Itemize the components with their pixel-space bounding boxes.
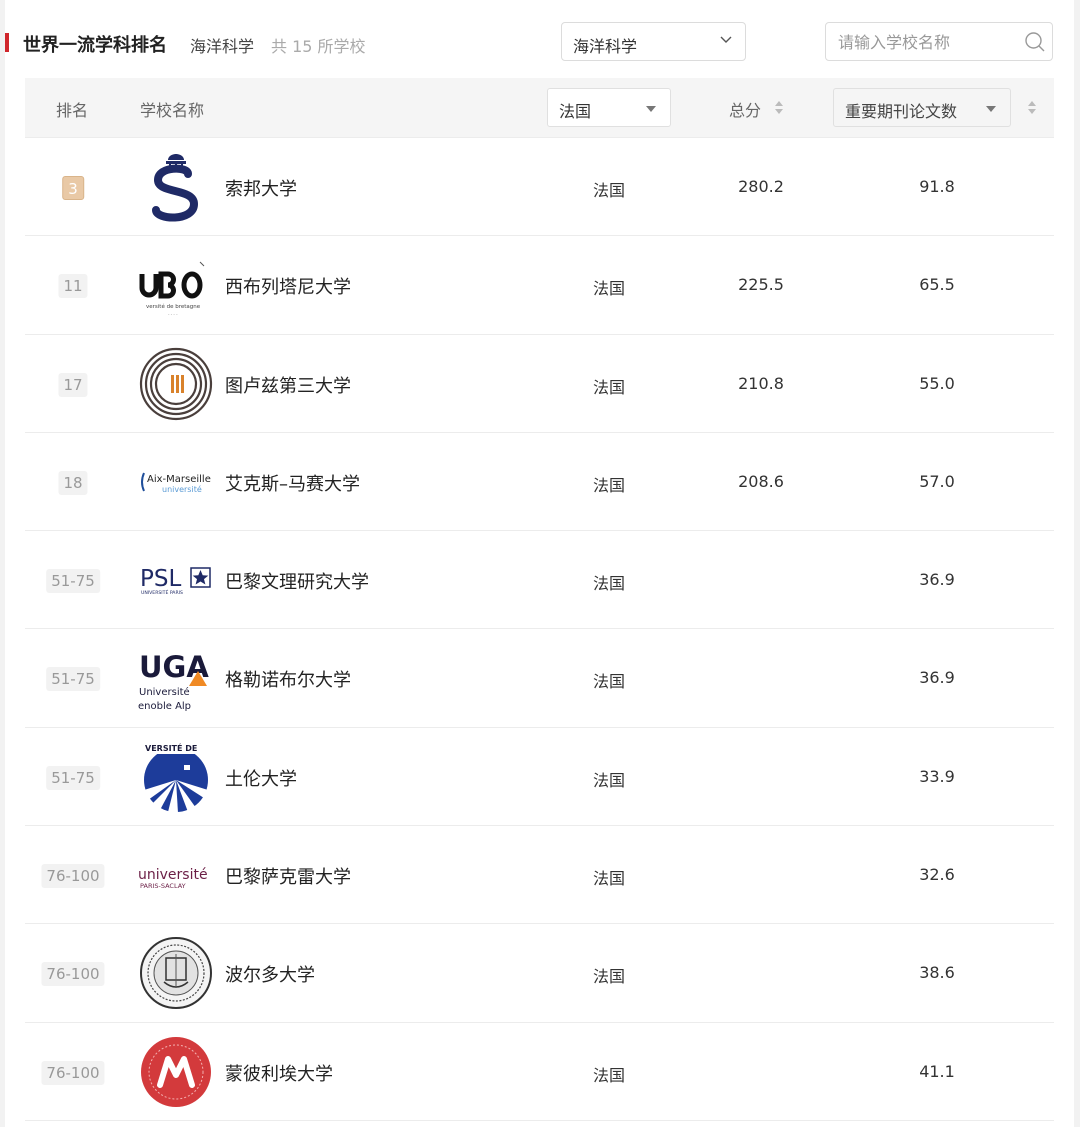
table-row[interactable]: 51-75 VERSITÉ DE 土伦大学 法国 33.9 <box>25 728 1054 827</box>
caret-down-icon <box>986 106 996 112</box>
table-row[interactable]: 17 图卢兹第三大学 法国 210.8 55.0 <box>25 335 1054 433</box>
school-name-link[interactable]: 索邦大学 <box>225 175 297 201</box>
bordeaux-logo <box>138 936 214 1010</box>
paper-count: 36.9 <box>919 668 955 688</box>
psl-logo: PSL UNIVERSITÉ PARIS <box>138 543 214 617</box>
rank-badge: 76-100 <box>41 1060 105 1085</box>
rank-badge: 51-75 <box>46 667 100 692</box>
rank-badge: 76-100 <box>41 864 105 889</box>
uga-logo-subtext: Université <box>139 686 190 698</box>
school-country: 法国 <box>593 1065 626 1085</box>
school-country: 法国 <box>593 279 626 299</box>
page-title: 世界一流学科排名 <box>23 35 167 56</box>
subject-dropdown-value: 海洋科学 <box>573 37 638 56</box>
school-name-link[interactable]: 蒙彼利埃大学 <box>225 1060 333 1086</box>
rank-badge: 3 <box>62 176 84 200</box>
paper-count: 55.0 <box>919 373 955 393</box>
rank-badge: 76-100 <box>41 962 105 987</box>
rank-badge: 17 <box>58 372 88 397</box>
sort-icon[interactable] <box>775 101 783 115</box>
paper-count: 38.6 <box>919 963 955 983</box>
school-name-link[interactable]: 巴黎文理研究大学 <box>225 568 369 594</box>
paper-count: 57.0 <box>919 471 955 491</box>
current-subject: 海洋科学 <box>190 37 255 56</box>
school-country: 法国 <box>593 672 626 692</box>
school-country: 法国 <box>593 770 626 790</box>
school-name-link[interactable]: 图卢兹第三大学 <box>225 372 351 398</box>
school-name-link[interactable]: 波尔多大学 <box>225 961 315 987</box>
table-row[interactable]: 51-75 UGA Université enoble Alp 格勒诺布尔大学 … <box>25 629 1054 728</box>
ranking-panel: 世界一流学科排名 海洋科学 共 15 所学校 海洋科学 排名 学校名称 法国 总… <box>5 0 1074 1127</box>
ranking-table-body: 3 索邦大学 法国 280.2 91.8 11 versité de breta… <box>25 138 1054 1121</box>
school-count: 共 15 所学校 <box>271 37 366 56</box>
chevron-down-icon <box>720 36 732 43</box>
amu-logo-subtext: université <box>162 484 202 494</box>
indicator-dropdown-value: 重要期刊论文数 <box>845 102 958 121</box>
table-row[interactable]: 3 索邦大学 法国 280.2 91.8 <box>25 138 1054 237</box>
toulon-logo-text: VERSITÉ DE <box>145 742 197 753</box>
amu-logo-text: Aix-Marseille <box>147 474 211 485</box>
toulouse-logo <box>138 347 214 421</box>
table-row[interactable]: 51-75 PSL UNIVERSITÉ PARIS 巴黎文理研究大学 法国 3… <box>25 531 1054 630</box>
ubo-logo-text: versité de bretagne <box>146 303 201 310</box>
uga-logo-subtext: enoble Alp <box>138 701 191 712</box>
uga-logo: UGA Université enoble Alp <box>138 641 214 715</box>
school-search-box <box>825 22 1053 61</box>
column-total-score[interactable]: 总分 <box>729 97 761 121</box>
caret-down-icon <box>646 106 656 112</box>
total-score: 225.5 <box>738 275 784 295</box>
rank-badge: 51-75 <box>46 569 100 594</box>
saclay-logo: université PARIS-SACLAY <box>138 838 214 912</box>
indicator-dropdown[interactable]: 重要期刊论文数 <box>833 88 1011 127</box>
amu-logo: Aix-Marseille université <box>138 445 214 519</box>
toulon-logo: VERSITÉ DE <box>138 739 214 814</box>
rank-badge: 18 <box>58 470 88 495</box>
school-country: 法国 <box>593 574 626 594</box>
table-row[interactable]: 11 versité de bretagne - - - - 西布列塔尼大学 法… <box>25 236 1054 335</box>
subject-dropdown[interactable]: 海洋科学 <box>561 22 746 61</box>
table-row[interactable]: 76-100 波尔多大学 法国 38.6 <box>25 924 1054 1023</box>
school-country: 法国 <box>593 869 626 889</box>
table-row[interactable]: 76-100 蒙彼利埃大学 法国 41.1 <box>25 1023 1054 1121</box>
paper-count: 41.1 <box>919 1061 955 1081</box>
title-accent-mark <box>5 33 9 52</box>
table-header: 排名 学校名称 法国 总分 重要期刊论文数 <box>25 78 1054 138</box>
search-input[interactable] <box>838 31 1018 53</box>
total-score: 280.2 <box>738 177 784 196</box>
svg-text:- - - -: - - - - <box>168 312 178 317</box>
school-name-link[interactable]: 艾克斯–马赛大学 <box>225 470 360 496</box>
total-score: 208.6 <box>738 471 784 491</box>
paper-count: 91.8 <box>919 177 955 196</box>
ubo-logo: versité de bretagne - - - - <box>138 248 214 322</box>
school-country: 法国 <box>593 377 626 397</box>
sort-icon[interactable] <box>1028 101 1036 115</box>
montpellier-logo <box>138 1035 214 1109</box>
school-name-link[interactable]: 格勒诺布尔大学 <box>225 666 351 692</box>
school-name-link[interactable]: 西布列塔尼大学 <box>225 273 351 299</box>
sorbonne-logo <box>138 150 214 224</box>
search-icon[interactable] <box>1024 31 1046 53</box>
column-school-name: 学校名称 <box>140 101 205 120</box>
school-name-link[interactable]: 土伦大学 <box>225 765 297 791</box>
school-country: 法国 <box>593 967 626 987</box>
school-country: 法国 <box>593 181 626 200</box>
paper-count: 65.5 <box>919 275 955 295</box>
column-rank: 排名 <box>56 101 89 120</box>
country-filter-value: 法国 <box>559 102 592 121</box>
rank-badge: 51-75 <box>46 765 100 790</box>
psl-logo-text: PSL <box>140 566 181 592</box>
paper-count: 32.6 <box>919 865 955 885</box>
table-row[interactable]: 76-100 université PARIS-SACLAY 巴黎萨克雷大学 法… <box>25 826 1054 925</box>
table-row[interactable]: 18 Aix-Marseille université 艾克斯–马赛大学 法国 … <box>25 433 1054 532</box>
school-country: 法国 <box>593 475 626 495</box>
school-name-link[interactable]: 巴黎萨克雷大学 <box>225 863 351 889</box>
country-filter-dropdown[interactable]: 法国 <box>547 88 671 127</box>
paper-count: 36.9 <box>919 570 955 590</box>
saclay-logo-text: université <box>138 867 208 883</box>
column-total-score-label: 总分 <box>729 101 762 120</box>
total-score: 210.8 <box>738 373 784 393</box>
rank-badge: 11 <box>58 274 88 299</box>
saclay-logo-subtext: PARIS-SACLAY <box>140 882 186 890</box>
paper-count: 33.9 <box>919 766 955 786</box>
